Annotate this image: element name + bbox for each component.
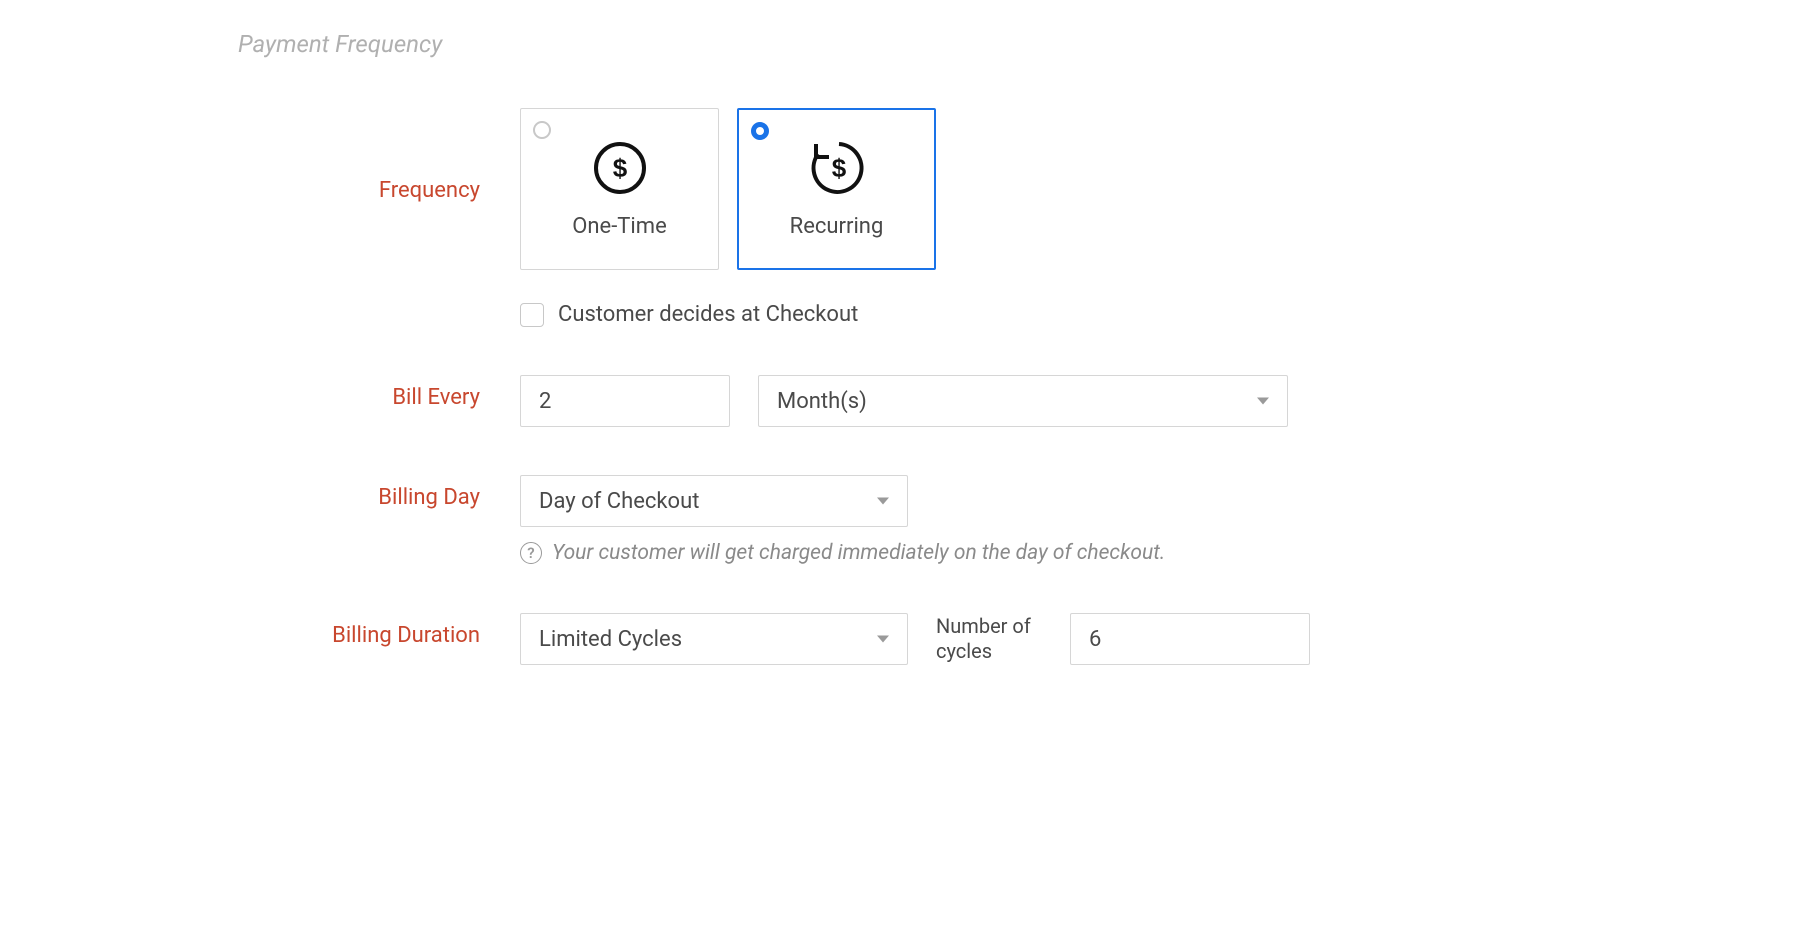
- chevron-down-icon: [1257, 398, 1269, 405]
- billing-day-select[interactable]: Day of Checkout: [520, 475, 908, 527]
- frequency-label: Frequency: [379, 178, 480, 203]
- svg-text:$: $: [612, 153, 627, 183]
- label-col: Billing Day: [0, 475, 520, 510]
- customer-decides-label: Customer decides at Checkout: [558, 302, 858, 327]
- frequency-option-one-time[interactable]: $ One-Time: [520, 108, 719, 270]
- bill-every-row: Bill Every Month(s): [0, 375, 1802, 427]
- help-icon: ?: [520, 542, 542, 564]
- label-col: Frequency: [0, 108, 520, 203]
- billing-day-field: Day of Checkout ? Your customer will get…: [520, 475, 1802, 565]
- option-label: One-Time: [572, 214, 666, 239]
- bill-every-inputs: Month(s): [520, 375, 1802, 427]
- radio-icon: [751, 122, 769, 140]
- chevron-down-icon: [877, 498, 889, 505]
- radio-icon: [533, 121, 551, 139]
- frequency-field: $ One-Time $ Recurring: [520, 108, 1802, 327]
- frequency-row: Frequency $ One-Time: [0, 108, 1802, 327]
- billing-duration-select[interactable]: Limited Cycles: [520, 613, 908, 665]
- select-value: Month(s): [777, 389, 867, 414]
- label-col: Bill Every: [0, 375, 520, 410]
- billing-duration-label: Billing Duration: [332, 623, 480, 648]
- dollar-circle-icon: $: [592, 140, 648, 196]
- bill-every-field: Month(s): [520, 375, 1802, 427]
- customer-decides-checkbox[interactable]: [520, 303, 544, 327]
- help-text: Your customer will get charged immediate…: [552, 541, 1165, 565]
- customer-decides-row: Customer decides at Checkout: [520, 302, 1802, 327]
- cycles-group: Number of cycles: [936, 613, 1310, 665]
- payment-frequency-form: Payment Frequency Frequency $ One-Time: [0, 30, 1802, 665]
- cycles-label: Number of cycles: [936, 614, 1046, 664]
- option-label: Recurring: [790, 214, 884, 239]
- billing-duration-inputs: Limited Cycles Number of cycles: [520, 613, 1802, 665]
- billing-day-label: Billing Day: [378, 485, 480, 510]
- svg-text:$: $: [831, 153, 846, 183]
- bill-every-unit-select[interactable]: Month(s): [758, 375, 1288, 427]
- billing-duration-field: Limited Cycles Number of cycles: [520, 613, 1802, 665]
- select-value: Limited Cycles: [539, 627, 682, 652]
- cycles-input[interactable]: [1070, 613, 1310, 665]
- billing-day-row: Billing Day Day of Checkout ? Your custo…: [0, 475, 1802, 565]
- frequency-option-recurring[interactable]: $ Recurring: [737, 108, 936, 270]
- billing-day-help: ? Your customer will get charged immedia…: [520, 541, 1802, 565]
- bill-every-count-input[interactable]: [520, 375, 730, 427]
- label-col: Billing Duration: [0, 613, 520, 648]
- section-title: Payment Frequency: [238, 30, 1802, 58]
- bill-every-label: Bill Every: [392, 385, 480, 410]
- dollar-recurring-icon: $: [805, 140, 869, 196]
- select-value: Day of Checkout: [539, 489, 699, 514]
- frequency-cards: $ One-Time $ Recurring: [520, 108, 1802, 270]
- billing-duration-row: Billing Duration Limited Cycles Number o…: [0, 613, 1802, 665]
- chevron-down-icon: [877, 636, 889, 643]
